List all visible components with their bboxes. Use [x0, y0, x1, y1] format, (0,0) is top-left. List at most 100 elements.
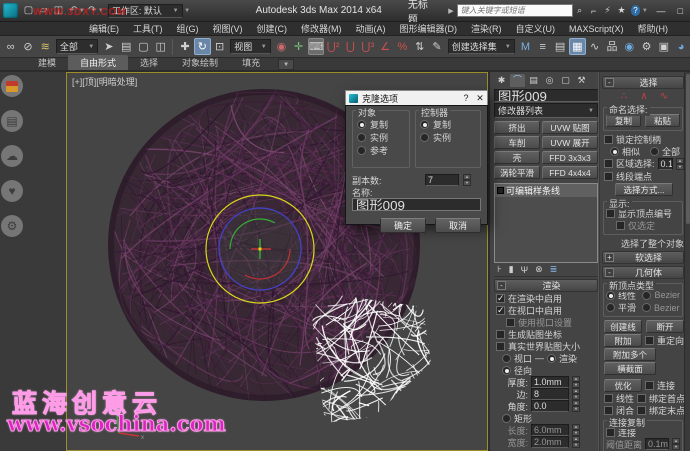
radio-ctrl-instance[interactable]: [420, 133, 429, 142]
cross-section-button[interactable]: 横截面: [604, 362, 656, 375]
menu-item[interactable]: 图形编辑器(D): [393, 22, 465, 35]
menu-item[interactable]: 修改器(M): [294, 22, 349, 35]
rendered-frame-icon[interactable]: ▣: [656, 38, 672, 55]
snap-25d-icon[interactable]: ⋃: [342, 38, 358, 55]
render-setup-icon[interactable]: ⚙: [638, 38, 654, 55]
generate-mapping-coords-checkbox[interactable]: [496, 330, 505, 339]
refine-button[interactable]: 优化: [604, 379, 642, 392]
ribbon-tab-2[interactable]: 选择: [128, 55, 170, 70]
cancel-button[interactable]: 取消: [435, 218, 481, 233]
attach-button[interactable]: 附加: [604, 334, 642, 347]
show-vertex-numbers-checkbox[interactable]: [606, 209, 615, 218]
percent-snap-icon[interactable]: %: [394, 38, 410, 55]
remove-modifier-icon[interactable]: ⊗: [535, 264, 543, 275]
vertex-subobject-icon[interactable]: ∴: [617, 91, 631, 102]
bind-first-checkbox[interactable]: [637, 394, 646, 403]
menu-item[interactable]: 视图(V): [206, 22, 250, 35]
smooth-vertex-radio[interactable]: [606, 303, 615, 312]
modifier-list-dropdown[interactable]: 修改器列表▼: [494, 103, 598, 118]
panel-scrollbar[interactable]: [684, 72, 690, 451]
radio-ctrl-copy[interactable]: [420, 120, 429, 129]
sign-in-icon[interactable]: ⚡: [601, 5, 615, 16]
object-name-input[interactable]: [494, 89, 598, 102]
menu-item[interactable]: 创建(C): [250, 22, 295, 35]
key-icon[interactable]: ⌐: [587, 6, 601, 16]
menu-item[interactable]: 帮助(H): [631, 22, 676, 35]
layer-manager-icon[interactable]: ▤: [552, 38, 568, 55]
enable-in-renderer-checkbox[interactable]: [496, 294, 505, 303]
radial-radio[interactable]: [502, 366, 511, 375]
select-and-link-icon[interactable]: ∞: [3, 38, 19, 55]
schematic-view-icon[interactable]: 品: [604, 38, 620, 55]
curve-editor-icon[interactable]: ∿: [587, 38, 603, 55]
closed-checkbox[interactable]: [604, 406, 613, 415]
selection-filter-dropdown[interactable]: 全部▼: [56, 39, 98, 54]
sides-spinner[interactable]: 8: [531, 388, 569, 400]
angle-snap-icon[interactable]: ∠: [377, 38, 393, 55]
snap-2d-icon[interactable]: ⋃²: [325, 38, 341, 55]
menu-item[interactable]: 编辑(E): [82, 22, 126, 35]
rectangular-radio[interactable]: [502, 414, 511, 423]
motion-tab[interactable]: ◎: [542, 74, 557, 87]
spline-subobject-icon[interactable]: ∿: [657, 91, 671, 102]
named-selection-sets-dropdown[interactable]: 创建选择集▼: [448, 39, 515, 54]
keyboard-override-icon[interactable]: ⌨: [308, 38, 324, 55]
display-tab[interactable]: ▢: [558, 74, 573, 87]
paste-named-selection-button[interactable]: 粘贴: [645, 114, 680, 127]
search-input[interactable]: [457, 4, 573, 17]
heart-icon[interactable]: ♥: [1, 180, 23, 202]
pin-stack-icon[interactable]: ⊦: [497, 264, 502, 275]
menu-item[interactable]: MAXScript(X): [562, 24, 631, 34]
select-by-name-icon[interactable]: ▤: [118, 38, 134, 55]
menu-item[interactable]: 组(G): [170, 22, 206, 35]
use-viewport-settings-checkbox[interactable]: [506, 318, 515, 327]
enable-in-viewport-checkbox[interactable]: [496, 306, 505, 315]
select-object-icon[interactable]: ➤: [101, 38, 117, 55]
modifier-stack[interactable]: 可编辑样条线: [494, 183, 598, 263]
scrollbar-thumb[interactable]: [686, 74, 690, 224]
real-world-map-size-checkbox[interactable]: [496, 342, 505, 351]
configure-modifier-sets-icon[interactable]: ≣: [550, 264, 558, 275]
radio-copy[interactable]: [357, 120, 366, 129]
viewport-label[interactable]: [+][顶][明暗处理]: [72, 75, 137, 88]
viewport-radio[interactable]: [502, 354, 511, 363]
lathe-button[interactable]: 车削: [494, 136, 540, 149]
radio-reference[interactable]: [357, 146, 366, 155]
reference-coordinate-dropdown[interactable]: 视图▼: [230, 39, 270, 54]
ribbon-minimize-icon[interactable]: ▼: [278, 59, 294, 70]
rect-selection-region-icon[interactable]: ▢: [135, 38, 151, 55]
turbosmooth-button[interactable]: 涡轮平滑: [494, 166, 540, 179]
copies-spinner-arrows[interactable]: ▲▼: [463, 174, 471, 186]
break-button[interactable]: 断开: [646, 320, 684, 333]
threshold-spinner[interactable]: 0.1mm: [645, 438, 669, 450]
ok-button[interactable]: 确定: [380, 218, 426, 233]
length-spinner[interactable]: 6.0mm: [531, 424, 569, 436]
edit-named-selections-icon[interactable]: ✎: [429, 38, 445, 55]
connect-copy-checkbox[interactable]: [606, 428, 615, 437]
menu-item[interactable]: 动画(A): [349, 22, 393, 35]
radio-instance[interactable]: [357, 133, 366, 142]
utilities-tab[interactable]: ⚒: [574, 74, 589, 87]
ribbon-tab-0[interactable]: 建模: [26, 55, 68, 70]
modify-tab[interactable]: ⌒: [510, 74, 525, 87]
select-scale-icon[interactable]: ⊡: [212, 38, 228, 55]
window-crossing-icon[interactable]: ◫: [153, 38, 169, 55]
create-tab[interactable]: ✱: [494, 74, 509, 87]
use-pivot-center-icon[interactable]: ◉: [273, 38, 289, 55]
bind-to-spacewarp-icon[interactable]: ≋: [37, 38, 53, 55]
mirror-icon[interactable]: M: [517, 38, 533, 55]
menu-item[interactable]: 渲染(R): [464, 22, 509, 35]
infocenter-expand-icon[interactable]: ▶: [448, 7, 453, 15]
render-production-icon[interactable]: ◕: [673, 38, 689, 55]
menu-item[interactable]: 自定义(U): [509, 22, 563, 35]
dialog-help-button[interactable]: ?: [459, 93, 473, 103]
ribbon-tab-1[interactable]: 自由形式: [68, 55, 128, 70]
linear-vertex-radio[interactable]: [606, 291, 615, 300]
show-end-result-icon[interactable]: ▮: [509, 264, 514, 275]
make-unique-icon[interactable]: Ψ: [521, 265, 529, 275]
selected-only-checkbox[interactable]: [616, 221, 625, 230]
maximize-button[interactable]: □: [671, 6, 690, 16]
thickness-spinner[interactable]: 1.0mm: [531, 376, 569, 388]
ffd-4x4x4-button[interactable]: FFD 4x4x4: [542, 166, 598, 179]
ribbon-tab-4[interactable]: 填充: [230, 55, 272, 70]
